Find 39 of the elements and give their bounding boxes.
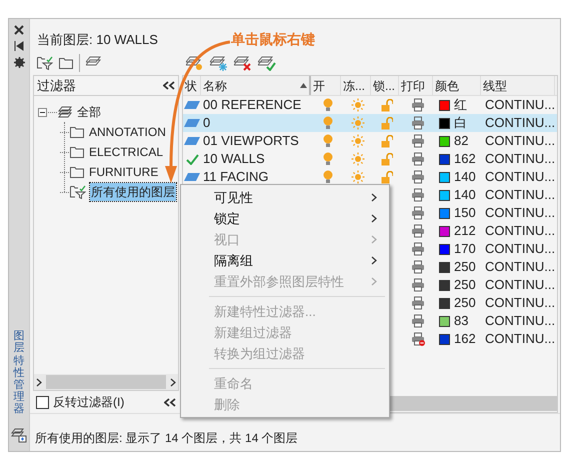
color-value: 212 [454,222,476,240]
status-bar-text: 所有使用的图层: 显示了 14 个图层，共 14 个图层 [35,430,298,447]
layer-name: 01 VIEWPORTS [203,132,299,150]
color-value: 83 [454,312,468,330]
filter-pane-title: 过滤器 [37,76,76,95]
linetype-value: CONTINU... [485,186,556,204]
linetype-value: CONTINU... [485,96,556,114]
color-value: 白 [454,114,467,132]
layer-name: 0 [203,114,210,132]
linetype-value: CONTINU... [485,258,556,276]
current-layer-label: 当前图层: 10 WALLS [37,30,158,48]
color-value: 250 [454,276,476,294]
color-value: 250 [454,294,476,312]
color-value: 140 [454,186,476,204]
color-value: 82 [454,132,468,150]
linetype-value: CONTINU... [485,294,556,312]
color-value: 红 [454,96,467,114]
layer-name: 10 WALLS [203,150,265,168]
linetype-value: CONTINU... [485,222,556,240]
panel-title: 图层特性管理器 [14,330,24,415]
layer-name: 11 FACING [203,168,269,186]
linetype-value: CONTINU... [485,132,556,150]
linetype-value: CONTINU... [485,276,556,294]
layer-name: 00 REFERENCE [203,96,302,114]
linetype-value: CONTINU... [485,330,556,348]
linetype-value: CONTINU... [485,114,556,132]
color-value: 140 [454,168,476,186]
linetype-value: CONTINU... [485,204,556,222]
color-value: 250 [454,258,476,276]
linetype-value: CONTINU... [485,240,556,258]
color-value: 162 [454,150,476,168]
linetype-value: CONTINU... [485,312,556,330]
annotation-text: 单击鼠标右键 [231,30,315,49]
linetype-value: CONTINU... [485,168,556,186]
invert-filter-label: 反转过滤器(I) [53,394,126,411]
linetype-value: CONTINU... [485,150,556,168]
color-value: 150 [454,204,476,222]
color-value: 170 [454,240,476,258]
color-value: 162 [454,330,476,348]
